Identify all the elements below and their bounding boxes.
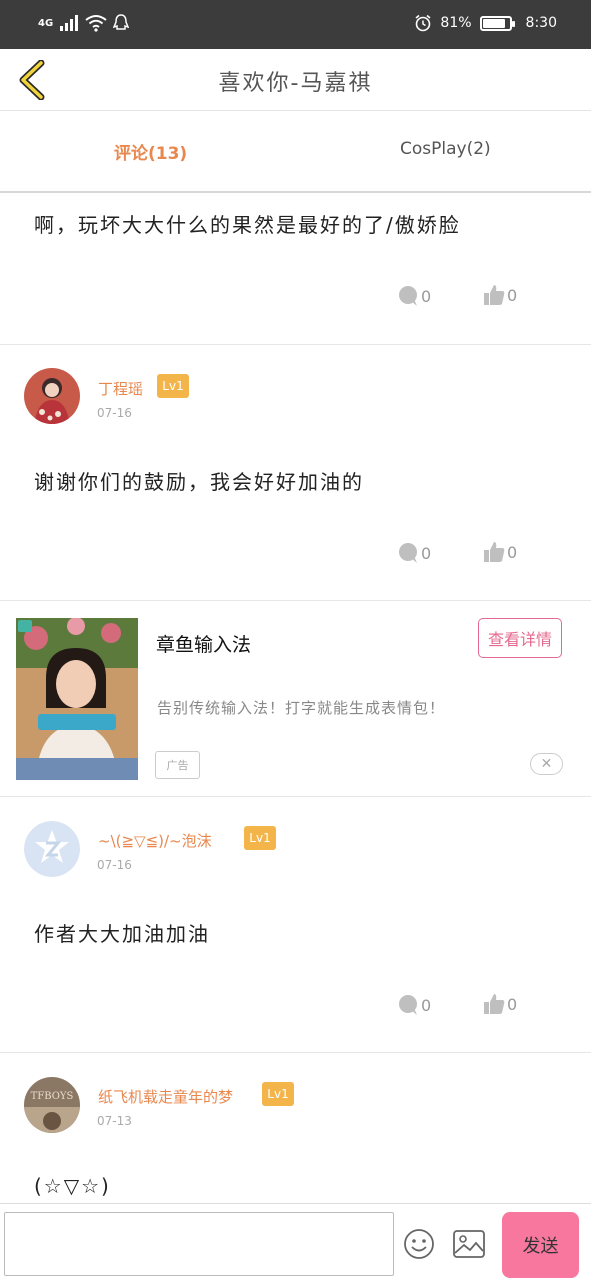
comment-text: (☆▽☆) [34, 1174, 111, 1198]
avatar[interactable]: TFBOYS [24, 1077, 80, 1133]
reply-count: 0 [421, 286, 432, 306]
avatar[interactable] [24, 821, 80, 877]
signal-icon [60, 15, 79, 31]
smiley-icon [404, 1229, 434, 1259]
wifi-icon [85, 15, 107, 32]
qq-icon [113, 14, 130, 30]
avatar-image [24, 368, 80, 424]
comment-item: TFBOYS 纸飞机载走童年的梦 Lv1 07-13 (☆▽☆) [0, 1053, 591, 1203]
thumbs-up-icon [484, 542, 505, 562]
default-avatar-icon [24, 821, 80, 877]
ad-title[interactable]: 章鱼输入法 [156, 630, 251, 657]
comment-date: 07-13 [97, 1114, 132, 1128]
reply-count: 0 [421, 995, 432, 1015]
avatar[interactable] [24, 368, 80, 424]
battery-icon [479, 15, 515, 31]
level-badge: Lv1 [244, 826, 276, 850]
like-count: 0 [507, 994, 518, 1014]
comment-input-bar: 发送 [0, 1203, 591, 1280]
battery-percent: 81% [440, 15, 472, 31]
status-right: 81% 8:30 [414, 14, 557, 32]
alarm-icon [415, 14, 431, 32]
thumbs-up-icon [484, 994, 505, 1014]
ad-card[interactable]: 章鱼输入法 查看详情 告别传统输入法！打字就能生成表情包！ 广告 ✕ [0, 601, 591, 797]
username[interactable]: 纸飞机载走童年的梦 [98, 1086, 233, 1107]
ad-photo [16, 618, 138, 780]
network-label: 4G [38, 17, 54, 29]
ad-tag: 广告 [155, 751, 200, 779]
ad-description: 告别传统输入法！打字就能生成表情包！ [157, 699, 446, 717]
comment-item: 啊，玩坏大大什么的果然是最好的了/傲娇脸 0 0 [0, 193, 591, 345]
nav-bar: 喜欢你-马嘉祺 [0, 49, 591, 111]
level-badge: Lv1 [262, 1082, 294, 1106]
clock: 8:30 [525, 15, 557, 31]
comment-text: 啊，玩坏大大什么的果然是最好的了/傲娇脸 [34, 213, 461, 237]
reply-action[interactable]: 0 [397, 285, 431, 307]
tab-comments[interactable]: 评论(13) [114, 139, 187, 164]
comment-icon [399, 543, 417, 563]
picture-icon [453, 1230, 485, 1258]
comment-icon [399, 995, 417, 1015]
status-left: 4G [38, 14, 130, 32]
ad-image[interactable] [16, 618, 138, 780]
reply-action[interactable]: 0 [397, 994, 431, 1016]
level-badge: Lv1 [157, 374, 189, 398]
comment-list: 啊，玩坏大大什么的果然是最好的了/傲娇脸 0 0 丁程瑶 Lv1 07-16 谢… [0, 193, 591, 1203]
ad-details-button[interactable]: 查看详情 [478, 618, 562, 658]
like-count: 0 [507, 542, 518, 562]
avatar-image: TFBOYS [24, 1077, 80, 1133]
username[interactable]: ~\(≧▽≦)/~泡沫 [98, 830, 212, 851]
like-action[interactable]: 0 [483, 283, 517, 307]
like-action[interactable]: 0 [483, 540, 517, 564]
comment-date: 07-16 [97, 858, 132, 872]
like-count: 0 [507, 285, 518, 305]
like-action[interactable]: 0 [483, 992, 517, 1016]
comment-item: 丁程瑶 Lv1 07-16 谢谢你们的鼓励，我会好好加油的 0 0 [0, 345, 591, 601]
send-button[interactable]: 发送 [502, 1212, 579, 1278]
tab-cosplay[interactable]: CosPlay(2) [400, 139, 491, 159]
comment-text: 作者大大加油加油 [34, 922, 210, 946]
comment-text: 谢谢你们的鼓励，我会好好加油的 [34, 470, 364, 494]
image-button[interactable] [452, 1229, 486, 1259]
comment-input[interactable] [4, 1212, 394, 1276]
tab-bar: 评论(13) CosPlay(2) [0, 111, 591, 193]
thumbs-up-icon [484, 285, 505, 305]
reply-action[interactable]: 0 [397, 542, 431, 564]
comment-date: 07-16 [97, 406, 132, 420]
comment-item: ~\(≧▽≦)/~泡沫 Lv1 07-16 作者大大加油加油 0 0 [0, 797, 591, 1053]
page-title: 喜欢你-马嘉祺 [218, 71, 373, 96]
username[interactable]: 丁程瑶 [98, 378, 143, 399]
ad-close-button[interactable]: ✕ [530, 753, 563, 775]
avatar-text: TFBOYS [31, 1091, 74, 1102]
emoji-button[interactable] [403, 1228, 435, 1260]
comment-icon [399, 286, 417, 306]
status-bar: 4G 81% 8:30 [0, 0, 591, 49]
reply-count: 0 [421, 543, 432, 563]
